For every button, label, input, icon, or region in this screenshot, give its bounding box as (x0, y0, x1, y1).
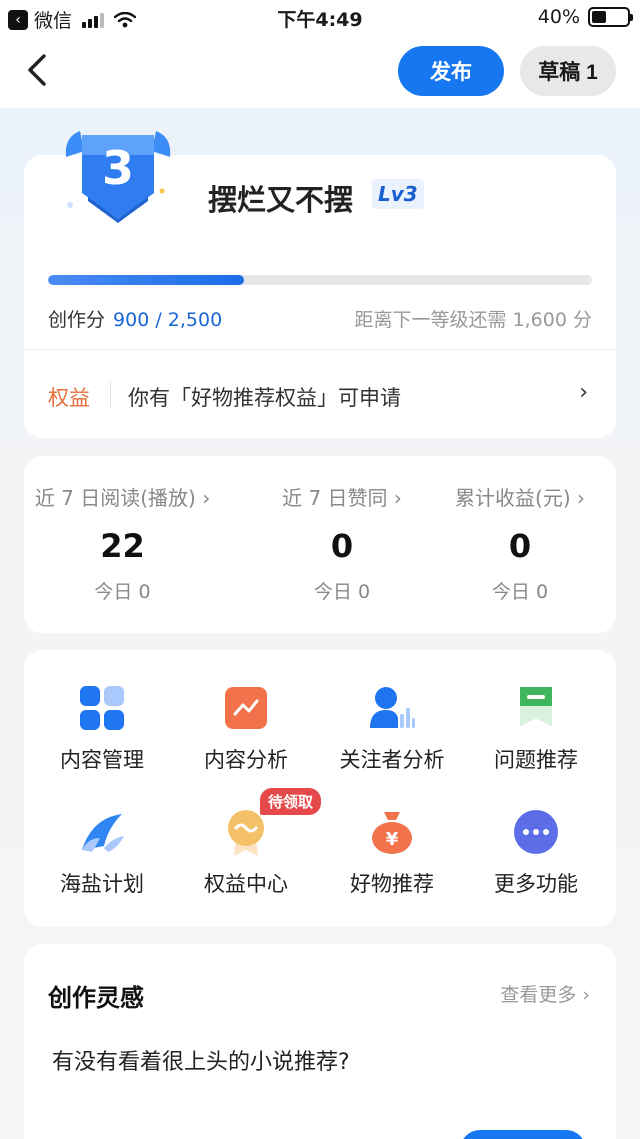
stat-value: 0 (330, 527, 354, 565)
drafts-button[interactable]: 草稿 1 (520, 46, 616, 96)
score-progress-fill (48, 275, 244, 285)
bookmark-icon (512, 684, 560, 732)
rights-separator (110, 381, 111, 407)
tool-label: 权益中心 (204, 872, 288, 896)
top-nav: 发布 草稿 1 (0, 36, 640, 108)
pending-claim-badge: 待领取 (260, 788, 322, 815)
tool-question-recommend[interactable]: 问题推荐 (462, 684, 610, 774)
stat-earnings[interactable]: 累计收益(元) › 0 今日 0 (424, 482, 616, 604)
tool-label: 好物推荐 (350, 872, 434, 896)
rights-label: 权益 (48, 386, 90, 410)
follower-icon (368, 684, 416, 732)
stats-card: 近 7 日阅读(播放) › 22 今日 0 近 7 日赞同 › 0 今日 0 累… (24, 456, 616, 633)
chevron-right-icon: › (579, 380, 588, 405)
status-bar: ‹ 微信 下午4:49 40% (0, 0, 640, 36)
score-value: 900 / 2,500 (113, 309, 223, 331)
rights-row[interactable]: 权益 你有「好物推荐权益」可申请 › (24, 350, 616, 438)
stat-label: 近 7 日赞同 › (282, 486, 402, 510)
score-progress-track (48, 275, 592, 285)
battery-icon (588, 7, 633, 27)
grid-icon (78, 684, 126, 732)
score-label: 创作分 (48, 309, 106, 331)
tool-label: 关注者分析 (339, 748, 445, 772)
battery-percent: 40% (537, 6, 580, 28)
tool-content-analysis[interactable]: 内容分析 (172, 684, 320, 774)
level-badge: 3 (62, 116, 174, 237)
stat-reads[interactable]: 近 7 日阅读(播放) › 22 今日 0 (24, 482, 221, 604)
tool-label: 问题推荐 (494, 748, 578, 772)
inspiration-title: 创作灵感 (48, 984, 144, 1012)
wave-icon (78, 808, 126, 856)
inspiration-question[interactable]: 有没有看着很上头的小说推荐? (52, 1044, 350, 1076)
chart-icon (222, 684, 270, 732)
rights-text: 你有「好物推荐权益」可申请 (128, 386, 401, 410)
stat-label: 累计收益(元) › (455, 486, 585, 510)
status-right: 40% (537, 6, 633, 28)
stat-today: 今日 0 (491, 581, 549, 603)
stat-today: 今日 0 (94, 581, 151, 603)
battery-fill (592, 11, 606, 23)
inspiration-card: 创作灵感 查看更多 › 有没有看着很上头的小说推荐? (24, 944, 616, 1139)
tool-label: 内容分析 (204, 748, 288, 772)
tool-rights-center[interactable]: 权益中心 (172, 808, 320, 898)
more-icon (512, 808, 560, 856)
back-arrow-icon[interactable] (22, 50, 58, 90)
tool-goods-recommend[interactable]: ¥ 好物推荐 (318, 808, 466, 898)
stat-likes[interactable]: 近 7 日赞同 › 0 今日 0 (246, 482, 438, 604)
answer-button[interactable] (460, 1130, 586, 1139)
username: 摆烂又不摆 (208, 183, 354, 217)
tool-label: 内容管理 (60, 748, 144, 772)
tool-label: 更多功能 (494, 872, 578, 896)
level-badge-number: 3 (101, 141, 134, 195)
tool-follower-analysis[interactable]: 关注者分析 (318, 684, 466, 774)
view-more-link[interactable]: 查看更多 › (500, 980, 590, 1007)
creator-level-card: 3 摆烂又不摆 Lv3 创作分 900 / 2,500 距离下一等级还需 1,60… (24, 116, 616, 438)
money-bag-icon: ¥ (368, 808, 416, 856)
tool-sea-salt-plan[interactable]: 海盐计划 (28, 808, 176, 898)
svg-text:¥: ¥ (386, 829, 399, 850)
tool-more-features[interactable]: 更多功能 (462, 808, 610, 898)
stat-value: 22 (100, 527, 145, 565)
stat-value: 0 (508, 527, 532, 565)
publish-button[interactable]: 发布 (398, 46, 504, 96)
medal-icon (222, 808, 270, 856)
next-level-hint: 距离下一等级还需 1,600 分 (354, 309, 592, 331)
tool-label: 海盐计划 (60, 872, 144, 896)
tool-content-management[interactable]: 内容管理 (28, 684, 176, 774)
tools-card: 内容管理 内容分析 关注者分析 问题推荐 海盐计划 权益中心 ¥ 好物推荐 更多… (24, 650, 616, 927)
level-tag: Lv3 (372, 179, 424, 209)
stat-today: 今日 0 (313, 581, 371, 603)
score-row: 创作分 900 / 2,500 (48, 305, 222, 332)
stat-label: 近 7 日阅读(播放) › (34, 486, 211, 510)
